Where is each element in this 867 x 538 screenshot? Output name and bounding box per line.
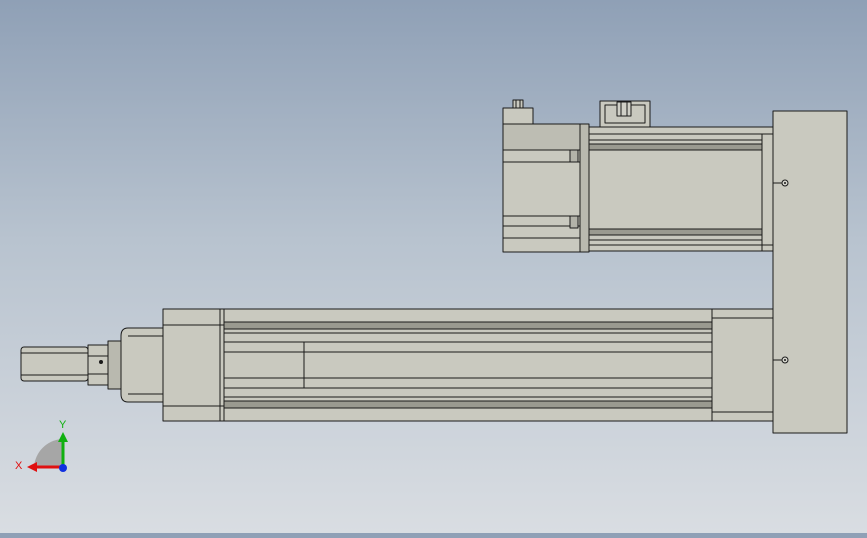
piston-rod bbox=[20, 346, 89, 382]
actuator-cylinder bbox=[20, 308, 774, 422]
motor-connector-small bbox=[502, 99, 534, 125]
triad-plane bbox=[34, 439, 62, 467]
triad-y-label: Y bbox=[59, 419, 67, 431]
mounting-plate bbox=[772, 110, 848, 434]
cad-drawing: Y X bbox=[15, 99, 848, 472]
z-axis-dot bbox=[59, 464, 67, 472]
servo-motor bbox=[502, 99, 774, 253]
axis-triad: Y X bbox=[15, 419, 68, 472]
motor-connector-large bbox=[599, 100, 651, 128]
triad-x-label: X bbox=[15, 460, 23, 472]
cad-viewport[interactable]: Y X bbox=[0, 0, 867, 533]
